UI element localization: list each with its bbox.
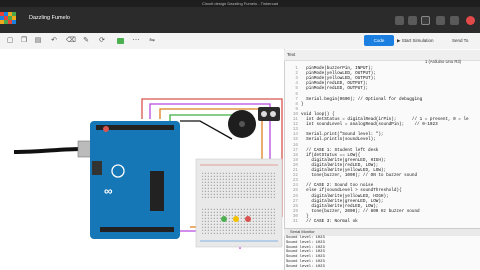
notes-icon[interactable]: ✎ bbox=[82, 37, 90, 45]
board-select[interactable]: 1 (Arduino Uno R3) bbox=[425, 58, 479, 65]
delete-icon[interactable]: ⌫ bbox=[66, 37, 76, 45]
svg-text:∞: ∞ bbox=[104, 184, 113, 198]
code-button[interactable]: Code bbox=[364, 35, 394, 46]
tinkercad-logo-icon[interactable] bbox=[0, 12, 27, 25]
list-icon[interactable] bbox=[436, 16, 445, 25]
layers-icon[interactable] bbox=[408, 16, 417, 25]
arduino-board: ∞ bbox=[90, 121, 180, 239]
send-to-button[interactable]: Send To bbox=[452, 35, 480, 46]
paste-icon[interactable]: ▤ bbox=[34, 37, 42, 45]
serial-monitor-title: Serial Monitor bbox=[290, 229, 315, 234]
start-simulation-label: Start Simulation bbox=[401, 38, 434, 43]
code-line[interactable]: 22 tone(buzzer, 1000); // ON to buzzer s… bbox=[286, 173, 417, 179]
app-header bbox=[0, 7, 480, 33]
os-title-bar: Circuit design Dazzling Fumelo - Tinkerc… bbox=[0, 0, 480, 7]
circuit-drawing[interactable]: ∞ bbox=[0, 49, 284, 270]
code-text: tone(buzzer, 1000); // ON to buzzer soun… bbox=[301, 173, 418, 179]
code-line[interactable]: 12 int soundLevel = analogRead(soundPin)… bbox=[286, 122, 438, 128]
grid-icon[interactable] bbox=[395, 16, 404, 25]
line-number: 31 bbox=[292, 219, 298, 224]
box-icon[interactable] bbox=[421, 16, 430, 25]
ir-sensor bbox=[258, 107, 280, 121]
undo-icon[interactable]: ↶ bbox=[50, 37, 58, 45]
window-title: Circuit design Dazzling Fumelo - Tinkerc… bbox=[201, 1, 279, 6]
code-line[interactable]: 31 // CASE 3: Normal ok bbox=[286, 219, 358, 225]
design-name[interactable]: Dazzling Fumelo bbox=[29, 15, 70, 21]
start-simulation-button[interactable]: ▶ Start Simulation bbox=[397, 35, 449, 46]
code-mode-select[interactable]: Text bbox=[287, 51, 347, 59]
code-text: Serial.println(soundLevel); bbox=[301, 137, 376, 143]
code-text: Serial.begin(9600); // Optional for debu… bbox=[301, 96, 423, 102]
new-icon[interactable]: ▢ bbox=[6, 37, 14, 45]
code-text: } bbox=[301, 101, 304, 107]
share-icon[interactable] bbox=[450, 16, 459, 25]
color-swatch-icon[interactable] bbox=[117, 38, 124, 44]
code-text: pinMode(redLED, OUTPUT); bbox=[301, 86, 369, 92]
code-line[interactable]: 7 Serial.begin(9600); // Optional for de… bbox=[286, 97, 422, 103]
code-text: tone(buzzer, 2000); // 800 Hz buzzer sou… bbox=[301, 208, 420, 214]
buzzer bbox=[228, 110, 256, 138]
code-text: int soundLevel = analogRead(soundPin); /… bbox=[301, 122, 438, 128]
code-text: // CASE 3: Normal ok bbox=[301, 219, 358, 224]
avatar[interactable] bbox=[466, 16, 475, 25]
flip-icon[interactable]: ⇋ bbox=[148, 37, 156, 45]
rotate-icon[interactable]: ⟳ bbox=[98, 37, 106, 45]
wire-icon[interactable]: ⋯ bbox=[132, 37, 140, 45]
usb-cable bbox=[13, 147, 83, 154]
copy-icon[interactable]: ❐ bbox=[20, 37, 28, 45]
leds bbox=[221, 216, 251, 222]
serial-line: Sound level: 1023 bbox=[286, 264, 325, 269]
breadboard-holes bbox=[202, 207, 276, 235]
